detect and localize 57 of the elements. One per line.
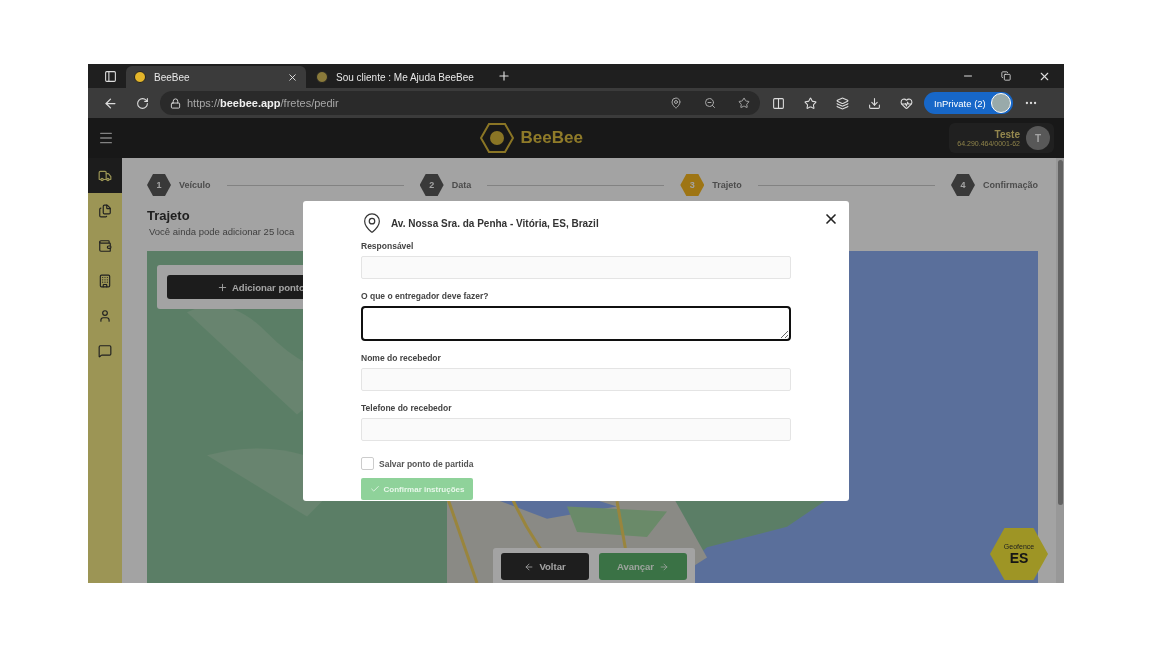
dialog-address: Av. Nossa Sra. da Penha - Vitória, ES, Brazil [391, 217, 599, 229]
user-avatar: T [1026, 126, 1050, 150]
close-button[interactable] [823, 211, 839, 227]
sidebar-toggle-icon[interactable] [103, 69, 117, 83]
checkbox-label: Salvar ponto de partida [379, 458, 474, 469]
step-label: Confirmação [982, 180, 1038, 190]
back-button[interactable]: Voltar [501, 553, 589, 580]
check-icon [369, 484, 380, 494]
section-title: Trajeto [147, 208, 190, 223]
step-number: 1 [147, 174, 171, 196]
chat-icon [98, 343, 112, 358]
split-screen-icon[interactable] [771, 96, 785, 110]
collections-icon[interactable] [835, 96, 849, 110]
back-icon[interactable] [102, 95, 118, 111]
input-field[interactable] [361, 368, 791, 391]
favorites-icon[interactable] [803, 96, 817, 110]
step-label: Data [451, 180, 472, 190]
geofence-state: ES [1009, 549, 1029, 566]
restore-icon[interactable] [1001, 71, 1011, 81]
location-pin-icon [361, 212, 383, 234]
step-number: 3 [680, 174, 705, 196]
arrow-right-icon [659, 561, 670, 572]
instructions-field[interactable] [361, 306, 791, 341]
menu-icon[interactable] [98, 130, 114, 146]
checkbox[interactable] [361, 457, 374, 470]
health-icon[interactable] [899, 96, 913, 110]
field-label: Nome do recebedor [361, 353, 442, 363]
step-number: 2 [419, 174, 444, 196]
field-label: Telefone do recebedor [361, 403, 453, 413]
arrow-left-icon [524, 561, 535, 572]
favicon-icon [316, 71, 328, 83]
close-tab-icon[interactable] [287, 71, 298, 83]
section-subtitle: Você ainda pode adicionar 25 loca [149, 226, 295, 237]
favicon-icon [134, 71, 146, 83]
input-field[interactable] [361, 256, 791, 279]
plus-icon [217, 281, 228, 293]
step-number: 4 [950, 174, 975, 196]
sidebar-item[interactable] [88, 158, 122, 193]
reload-icon[interactable] [135, 96, 149, 110]
inprivate-button[interactable]: InPrivate (2) [924, 92, 1013, 114]
download-icon[interactable] [867, 96, 881, 110]
step-label: Trajeto [712, 180, 742, 190]
user-icon [98, 308, 112, 323]
truck-icon [98, 168, 112, 183]
building-icon [98, 273, 112, 288]
input-field[interactable] [361, 418, 791, 441]
address-bar[interactable]: https://beebee.app/fretes/pedir [160, 91, 760, 115]
field-label: Responsável [361, 241, 415, 251]
brand-name: BeeBee [520, 128, 583, 148]
scrollbar[interactable] [1056, 158, 1064, 583]
bee-logo-icon [480, 123, 515, 153]
browser-tab[interactable]: BeeBee [126, 66, 306, 88]
new-tab-icon[interactable] [497, 69, 511, 83]
documents-icon [98, 203, 112, 218]
wallet-icon [98, 238, 112, 253]
step-label: Veículo [179, 180, 211, 190]
user-name: Teste [994, 129, 1020, 140]
